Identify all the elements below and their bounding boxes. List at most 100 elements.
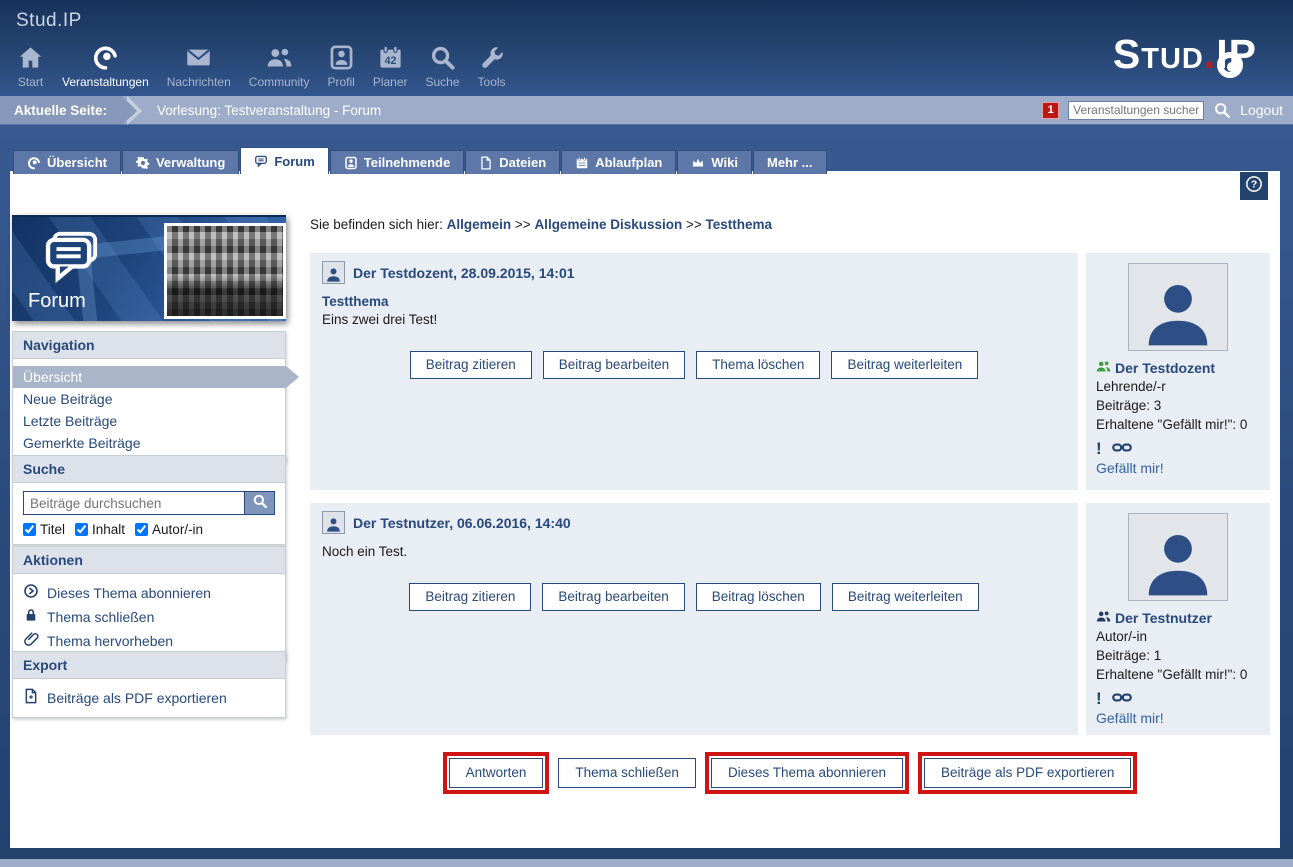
- group-icon: [1096, 609, 1111, 627]
- search-icon: [429, 44, 456, 71]
- beitrag-weiterleiten-button[interactable]: Beitrag weiterleiten: [831, 351, 978, 379]
- calendar-icon: [575, 156, 589, 170]
- beitrag-zitieren-button[interactable]: Beitrag zitieren: [410, 351, 532, 379]
- nav-item-nachrichten[interactable]: Nachrichten: [158, 44, 240, 89]
- nav-item-suche[interactable]: Suche: [417, 44, 469, 89]
- forum-search-input[interactable]: [23, 491, 244, 515]
- tab-forum[interactable]: Forum: [240, 147, 328, 174]
- post-author-date[interactable]: Der Testnutzer, 06.06.2016, 14:40: [353, 515, 571, 531]
- profile-card-icon: [328, 44, 355, 71]
- link-icon[interactable]: [1112, 691, 1132, 707]
- search-icon[interactable]: [1213, 101, 1231, 119]
- svg-text:42: 42: [384, 55, 396, 67]
- person-card-icon: [344, 156, 358, 170]
- checkbox-titel-label[interactable]: Titel: [40, 522, 65, 537]
- link-icon[interactable]: [1112, 441, 1132, 457]
- report-icon[interactable]: !: [1096, 689, 1102, 709]
- search-icon: [252, 493, 268, 514]
- checkbox-titel[interactable]: [23, 523, 36, 536]
- sidebar-banner: Forum: [12, 215, 286, 321]
- breadcrumb-link-testthema[interactable]: Testthema: [706, 217, 773, 232]
- tab-teilnehmende[interactable]: Teilnehmende: [330, 150, 464, 174]
- course-tabs: Übersicht Verwaltung Forum Teilnehmende …: [13, 147, 828, 174]
- forum-post: Der Testdozent, 28.09.2015, 14:01 Testth…: [310, 253, 1270, 490]
- avatar[interactable]: [1128, 513, 1228, 601]
- tab-mehr[interactable]: Mehr ...: [753, 150, 827, 174]
- checkbox-inhalt-label[interactable]: Inhalt: [92, 522, 125, 537]
- svg-text:?: ?: [1251, 179, 1257, 190]
- report-icon[interactable]: !: [1096, 439, 1102, 459]
- main-navigation: Start Veranstaltungen Nachrichten Commun…: [8, 44, 515, 89]
- nav-item-start[interactable]: Start: [8, 44, 53, 89]
- spiral-icon: [92, 44, 119, 71]
- action-pdf-export[interactable]: Beiträge als PDF exportieren: [13, 686, 285, 710]
- sidebar-actions-box: Aktionen Dieses Thema abonnieren Thema s…: [12, 546, 286, 661]
- course-search-input[interactable]: [1068, 101, 1204, 120]
- thema-loeschen-button[interactable]: Thema löschen: [696, 351, 820, 379]
- author-name-link[interactable]: Der Testdozent: [1096, 359, 1260, 377]
- like-link[interactable]: Gefällt mir!: [1096, 710, 1260, 726]
- avatar[interactable]: [322, 511, 345, 534]
- forum-search-button[interactable]: [244, 491, 275, 515]
- tab-dateien[interactable]: Dateien: [465, 150, 560, 174]
- beitrag-weiterleiten-button[interactable]: Beitrag weiterleiten: [832, 583, 979, 611]
- tab-ablaufplan[interactable]: Ablaufplan: [561, 150, 676, 174]
- thema-abonnieren-button[interactable]: Dieses Thema abonnieren: [711, 758, 903, 788]
- current-page-bar: Aktuelle Seite: Vorlesung: Testveranstal…: [0, 96, 1293, 125]
- nav-item-veranstaltungen[interactable]: Veranstaltungen: [53, 44, 158, 89]
- post-author-date[interactable]: Der Testdozent, 28.09.2015, 14:01: [353, 265, 575, 281]
- sidebar-item-neue-beitraege[interactable]: Neue Beiträge: [13, 388, 285, 410]
- nav-item-profil[interactable]: Profil: [318, 44, 363, 89]
- author-role: Lehrende/-r: [1096, 377, 1260, 396]
- post-meta-icons: !: [1096, 440, 1260, 458]
- action-thema-abonnieren[interactable]: Dieses Thema abonnieren: [13, 581, 285, 605]
- file-icon: [479, 156, 493, 170]
- nav-item-tools[interactable]: Tools: [469, 44, 515, 89]
- beitrag-bearbeiten-button[interactable]: Beitrag bearbeiten: [542, 583, 684, 611]
- checkbox-inhalt[interactable]: [75, 523, 88, 536]
- author-name-link[interactable]: Der Testnutzer: [1096, 609, 1260, 627]
- like-link[interactable]: Gefällt mir!: [1096, 460, 1260, 476]
- studip-logo: Stud.IP: [1113, 32, 1257, 76]
- spiral-icon: [27, 156, 41, 170]
- tab-verwaltung[interactable]: Verwaltung: [122, 150, 239, 174]
- author-panel: Der Testdozent Lehrende/-r Beiträge: 3 E…: [1086, 253, 1270, 490]
- sidebar-item-letzte-beitraege[interactable]: Letzte Beiträge: [13, 410, 285, 432]
- thema-schliessen-button[interactable]: Thema schließen: [558, 758, 696, 788]
- group-icon: [1096, 359, 1111, 377]
- tab-uebersicht[interactable]: Übersicht: [13, 150, 121, 174]
- pdf-export-icon: [23, 688, 39, 708]
- forum-breadcrumb: Sie befinden sich hier: Allgemein >> All…: [310, 217, 772, 232]
- tab-wiki[interactable]: Wiki: [677, 150, 752, 174]
- checkbox-autor-label[interactable]: Autor/-in: [152, 522, 203, 537]
- lock-icon: [23, 607, 39, 627]
- post-title: Testthema: [322, 294, 1066, 309]
- forum-post: Der Testnutzer, 06.06.2016, 14:40 Noch e…: [310, 503, 1270, 735]
- avatar[interactable]: [1128, 263, 1228, 351]
- nav-item-community[interactable]: Community: [240, 44, 319, 89]
- breadcrumb-link-allgemeine-diskussion[interactable]: Allgemeine Diskussion: [534, 217, 682, 232]
- notification-badge[interactable]: 1: [1042, 102, 1059, 119]
- action-thema-hervorheben[interactable]: Thema hervorheben: [13, 629, 285, 653]
- people-icon: [266, 44, 293, 71]
- logo-red-dot: .: [1204, 31, 1216, 77]
- pdf-exportieren-button[interactable]: Beiträge als PDF exportieren: [924, 758, 1131, 788]
- beitrag-zitieren-button[interactable]: Beitrag zitieren: [409, 583, 531, 611]
- sidebar-item-gemerkte-beitraege[interactable]: Gemerkte Beiträge: [13, 432, 285, 454]
- logout-link[interactable]: Logout: [1240, 102, 1283, 118]
- actions-header: Aktionen: [13, 547, 285, 574]
- help-button[interactable]: ?: [1240, 172, 1268, 200]
- nav-item-planer[interactable]: 42 Planer: [364, 44, 417, 89]
- checkbox-autor[interactable]: [135, 523, 148, 536]
- breadcrumb-link-allgemein[interactable]: Allgemein: [447, 217, 512, 232]
- beitrag-loeschen-button[interactable]: Beitrag löschen: [696, 583, 821, 611]
- beitrag-bearbeiten-button[interactable]: Beitrag bearbeiten: [543, 351, 685, 379]
- action-thema-schliessen[interactable]: Thema schließen: [13, 605, 285, 629]
- author-panel: Der Testnutzer Autor/-in Beiträge: 1 Erh…: [1086, 503, 1270, 735]
- avatar[interactable]: [322, 261, 345, 284]
- mail-icon: [185, 44, 212, 71]
- sidebar-export-box: Export Beiträge als PDF exportieren: [12, 651, 286, 718]
- sidebar-item-uebersicht[interactable]: Übersicht: [13, 366, 286, 388]
- paperclip-icon: [23, 631, 39, 651]
- antworten-button[interactable]: Antworten: [449, 758, 544, 788]
